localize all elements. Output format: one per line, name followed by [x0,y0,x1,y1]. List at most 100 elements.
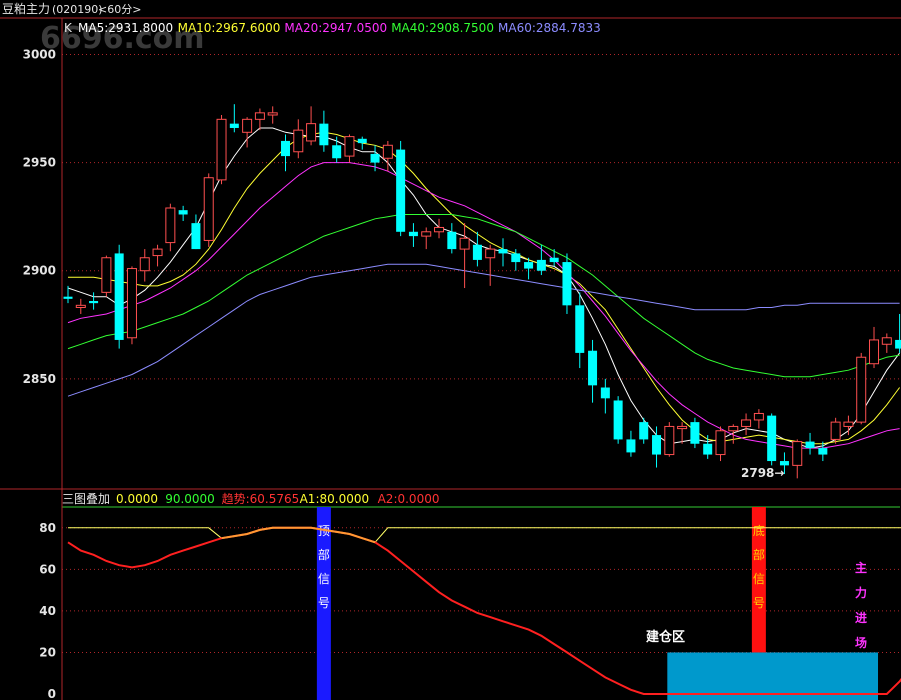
candle [485,244,496,286]
candle [165,203,176,252]
candle [139,249,150,282]
candle-body [677,425,688,430]
grid-lines [62,53,900,653]
indicator-legend-item: A1:80.0000 [300,492,370,506]
indicator-legend-item: 趋势:60.5765 [222,492,300,506]
candle-body [613,400,623,440]
candle [703,435,713,459]
candle-body [895,339,901,349]
candle-body [203,177,214,241]
candle-body [191,223,201,250]
candle [613,396,623,444]
candle [741,413,752,436]
candle [856,352,867,425]
candle-body [549,257,559,263]
ma-legend-item: MA20:2947.0500 [284,21,387,35]
candle [830,417,841,444]
candle [75,298,86,314]
ma-legend-item: MA60:2884.7833 [498,21,601,35]
candle-body [524,262,534,269]
candle-body [152,248,163,257]
candle [319,110,329,152]
trend-peak-segment [221,526,376,544]
candle [152,244,163,267]
ma-legend-item: MA5:2931.8000 [78,21,173,35]
candle [562,253,572,314]
candle-body [881,337,892,345]
instrument-code: (020190) [52,3,103,16]
candle-body [728,425,739,432]
indicator-legend-item: 90.0000 [165,492,215,506]
indicator-tick-label: 20 [39,645,56,659]
indicator-legend-item: A2:0.0000 [378,492,440,506]
price-legend: K MA5:2931.8000 MA10:2967.6000 MA20:2947.05… [64,21,601,35]
candle [370,145,380,172]
build-zone-box [667,652,879,700]
candle-body [792,441,803,466]
candle-body [63,296,73,299]
a1-line [68,527,901,543]
ma-legend-item: MA10:2967.6000 [178,21,281,35]
candle-body [75,304,86,308]
futures-chart[interactable]: 豆粕主力 (020190) <60分> 6696.com 28502900295… [0,0,901,700]
candle-body [101,257,112,293]
ma5-line [67,127,901,449]
candle-body [344,136,355,157]
candle [664,422,675,457]
candles[interactable] [63,104,901,479]
candle [293,119,304,159]
candle [575,292,585,369]
ma-legend-item: MA40:2908.7500 [391,21,494,35]
top-signal-char: 号 [318,596,330,610]
candle [753,409,764,429]
candle [715,426,726,462]
candle-body [447,231,457,250]
candle-body [511,253,521,263]
price-tick-label: 3000 [23,47,56,61]
main-entry-char: 进 [855,610,867,625]
candle-body [382,144,393,159]
candle [498,238,508,267]
candle-body [434,226,445,233]
indicator-name: 三图叠加 [62,492,110,506]
candle [63,285,73,304]
candle [677,422,688,444]
candle-body [498,249,508,254]
candle-body [114,253,124,340]
candle-body [562,262,572,306]
candle [549,249,559,267]
indicator-legend-item: 0.0000 [116,492,158,506]
ma-lines [67,127,901,449]
indicator-legend: 三图叠加 0.0000 90.0000 趋势:60.5765 A1:80.0000 A2:… [62,492,439,506]
candle [203,173,214,247]
candle [306,106,317,146]
indicator-tick-label: 40 [39,604,56,618]
candle-body [126,268,137,339]
candle [114,244,124,349]
candle-body [229,123,239,128]
candle-body [280,140,290,157]
candle-body [408,231,418,237]
candle-body [357,138,367,144]
candle [332,136,342,163]
candle [805,432,815,455]
candle-body [779,461,789,466]
candle-body [805,441,815,449]
candle [280,134,290,172]
candle-body [178,210,188,215]
candle-body [652,435,662,455]
build-zone-label: 建仓区 [646,629,685,645]
candle-body [830,421,841,440]
indicator-tick-label: 60 [39,562,56,576]
candle [126,266,137,345]
candle-body [293,129,304,153]
indicator-plot: 建仓区顶部信号底部信号主力进场 [67,507,901,700]
candle [447,223,457,254]
main-entry-char: 力 [855,585,867,600]
candle-body [139,257,150,272]
candle-body [664,425,675,456]
candle-body [588,350,598,386]
candle [881,333,892,353]
candle [767,413,777,466]
candle-body [741,419,752,427]
